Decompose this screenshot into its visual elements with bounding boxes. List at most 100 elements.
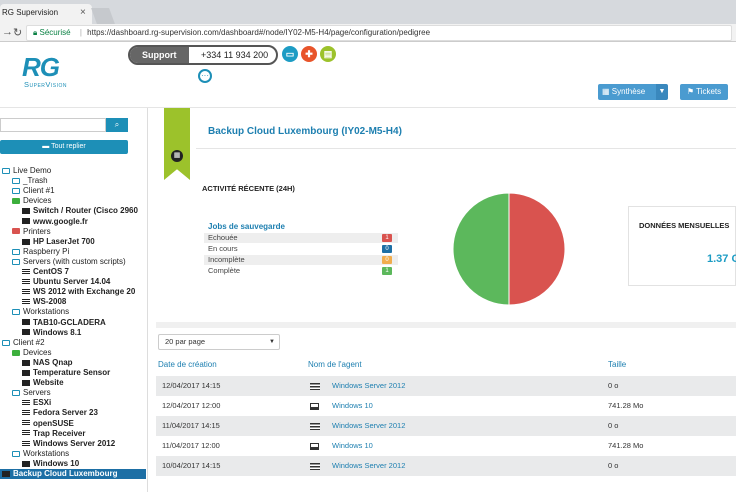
sidebar-item[interactable]: HP LaserJet 700 (22, 237, 95, 247)
sidebar-item[interactable]: Workstations (12, 307, 69, 317)
table-row[interactable]: 10/04/2017 14:15 Windows Server 2012 0 o (156, 456, 736, 476)
tickets-button[interactable]: ⚑ Tickets (680, 84, 728, 100)
reload-icon[interactable]: ↻ (13, 26, 22, 39)
sidebar-item[interactable]: Website (22, 378, 64, 388)
sidebar-item[interactable]: Trap Receiver (22, 429, 85, 439)
device-icon (22, 238, 30, 245)
caret-down-icon: ▼ (658, 88, 666, 95)
collapse-all-button[interactable]: ▬ Tout replier (0, 140, 128, 154)
sidebar-item-selected[interactable]: Backup Cloud Luxembourg (0, 469, 146, 479)
lifebuoy-icon[interactable]: ✚ (301, 46, 317, 62)
sidebar-item[interactable]: Devices (12, 196, 51, 206)
support-pill[interactable]: Support +334 11 934 200 (128, 45, 278, 65)
table-row[interactable]: 12/04/2017 14:15 Windows Server 2012 0 o (156, 376, 736, 396)
lock-icon: 🔒︎ (33, 28, 38, 37)
sidebar-item[interactable]: Devices (12, 348, 51, 358)
sidebar-item-label: openSUSE (33, 418, 74, 428)
server-icon (310, 456, 320, 476)
synthese-button[interactable]: ▦ Synthèse (598, 84, 656, 100)
synthese-label: Synthèse (611, 87, 646, 96)
sidebar-item[interactable]: Windows 8.1 (22, 328, 81, 338)
pc-icon-glyph (310, 442, 319, 450)
pc-icon (22, 319, 30, 326)
sidebar-item-label: Printers (23, 226, 51, 236)
sidebar-item[interactable]: Client #1 (12, 186, 55, 196)
sidebar-item[interactable]: WS-2008 (22, 297, 66, 307)
sidebar-item[interactable]: Servers (12, 388, 51, 398)
table-row[interactable]: 12/04/2017 12:00 Windows 10 741.28 Mo (156, 396, 736, 416)
date-cell: 12/04/2017 14:15 (162, 381, 221, 390)
sidebar-item[interactable]: Windows Server 2012 (22, 439, 115, 449)
date-cell: 10/04/2017 14:15 (162, 461, 221, 470)
agent-link[interactable]: Windows 10 (332, 396, 373, 416)
col-header-agent[interactable]: Nom de l'agent (308, 360, 362, 369)
sidebar-item-label: Fedora Server 23 (33, 408, 98, 418)
agent-link[interactable]: Windows Server 2012 (332, 376, 405, 396)
new-tab-button[interactable] (91, 8, 115, 24)
server-icon (22, 299, 30, 306)
ribbon: ▦ (164, 108, 190, 180)
backups-card: 20 par page ▼ Date de création Nom de l'… (156, 328, 736, 492)
sidebar-item[interactable]: WS 2012 with Exchange 20 (22, 287, 135, 297)
search-input[interactable] (0, 118, 106, 132)
monthly-title: DONNÉES MENSUELLES (639, 221, 730, 230)
device-icon (22, 208, 30, 215)
sidebar-item[interactable]: Client #2 (2, 338, 45, 348)
tab-close-icon[interactable]: × (80, 7, 86, 18)
sidebar-item[interactable]: Workstations (12, 449, 69, 459)
monitor-icon[interactable]: ▭ (282, 46, 298, 62)
document-icon[interactable]: ▤ (320, 46, 336, 62)
col-header-date[interactable]: Date de création (158, 360, 217, 369)
sidebar-item-label: www.google.fr (33, 216, 88, 226)
sidebar-item[interactable]: Printers (12, 227, 51, 237)
chat-icon[interactable]: ··· (198, 69, 212, 83)
sidebar-item-label: CentOS 7 (33, 267, 70, 276)
col-header-size[interactable]: Taille (608, 360, 626, 369)
agent-link[interactable]: Windows Server 2012 (332, 456, 405, 476)
sidebar-item[interactable]: Temperature Sensor (22, 368, 110, 378)
sidebar-item[interactable]: Fedora Server 23 (22, 408, 98, 418)
activity-title: ACTIVITÉ RÉCENTE (24H) (202, 184, 295, 193)
server-icon (22, 430, 30, 437)
device-icon (22, 379, 30, 386)
sidebar-item[interactable]: Switch / Router (Cisco 2960 (22, 206, 138, 216)
sidebar-item-label: Servers (23, 388, 51, 398)
server-icon (22, 410, 30, 417)
sidebar-item[interactable]: Windows 10 (22, 459, 79, 469)
sidebar-item-label: Windows 8.1 (33, 327, 82, 337)
address-bar[interactable]: 🔒︎ Sécurisé | https://dashboard.rg-super… (26, 25, 732, 41)
url-text: https://dashboard.rg-supervision.com/das… (87, 28, 431, 37)
sidebar-item[interactable]: CentOS 7 (22, 267, 69, 277)
sidebar-item-label: Client #2 (13, 337, 45, 347)
device-icon (22, 369, 30, 376)
synthese-dropdown-button[interactable]: ▼ (656, 84, 668, 100)
server-icon (22, 278, 30, 285)
per-page-select[interactable]: 20 par page ▼ (158, 334, 280, 350)
sidebar-item[interactable]: _Trash (12, 176, 48, 186)
table-row[interactable]: 11/04/2017 14:15 Windows Server 2012 0 o (156, 416, 736, 436)
minus-icon: ▬ (42, 143, 52, 150)
sidebar-item[interactable]: TAB10-GCLADERA (22, 318, 106, 328)
job-status-row: En cours 0 (204, 244, 398, 254)
sidebar-item-label: Windows 10 (33, 458, 80, 468)
summary-card: ▦ Backup Cloud Luxembourg (IY02-M5-H4) A… (156, 108, 736, 322)
logo[interactable]: RG SuperVision (22, 54, 94, 94)
sidebar-item[interactable]: openSUSE (22, 419, 74, 429)
search-button[interactable]: ⌕ (106, 118, 128, 132)
sidebar-item[interactable]: Servers (with custom scripts) (12, 257, 126, 267)
monthly-value: 1.37 G (707, 253, 736, 265)
forward-icon[interactable]: → (2, 26, 13, 38)
browser-tab[interactable]: RG Supervision × (0, 4, 92, 24)
agent-link[interactable]: Windows 10 (332, 436, 373, 456)
agent-link[interactable]: Windows Server 2012 (332, 416, 405, 436)
sidebar-item[interactable]: Live Demo (2, 166, 51, 176)
table-row[interactable]: 11/04/2017 12:00 Windows 10 741.28 Mo (156, 436, 736, 456)
collapse-label: Tout replier (51, 143, 86, 150)
sidebar-item[interactable]: Ubuntu Server 14.04 (22, 277, 110, 287)
sidebar-item[interactable]: Raspberry Pi (12, 247, 69, 257)
sidebar-item-label: Client #1 (23, 186, 55, 196)
sidebar-item[interactable]: ESXi (22, 398, 51, 408)
size-cell: 0 o (608, 381, 619, 390)
sidebar-item[interactable]: NAS Qnap (22, 358, 73, 368)
sidebar-item[interactable]: www.google.fr (22, 217, 88, 227)
